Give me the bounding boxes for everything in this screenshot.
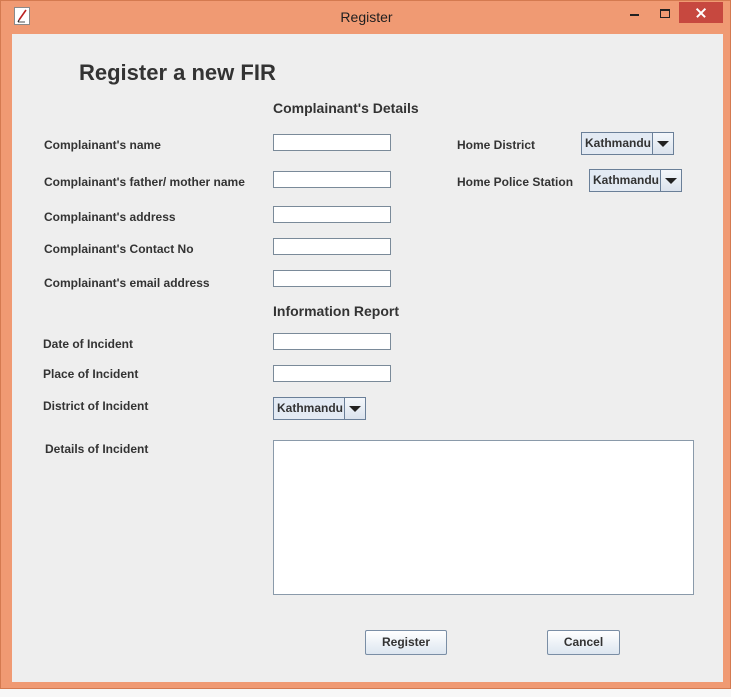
district-of-incident-label: District of Incident: [43, 399, 149, 413]
address-field[interactable]: [273, 206, 391, 223]
district-of-incident-select[interactable]: Kathmandu: [273, 397, 366, 420]
maximize-icon[interactable]: [651, 2, 677, 24]
report-section-title: Information Report: [273, 303, 399, 319]
complainant-section-title: Complainant's Details: [273, 100, 419, 116]
home-police-station-select[interactable]: Kathmandu: [589, 169, 682, 192]
place-of-incident-label: Place of Incident: [43, 367, 139, 381]
parent-name-field[interactable]: [273, 171, 391, 188]
minimize-icon[interactable]: [621, 2, 647, 24]
cancel-button[interactable]: Cancel: [547, 630, 620, 655]
close-icon[interactable]: [679, 2, 723, 23]
details-of-incident-textarea[interactable]: [273, 440, 694, 595]
date-of-incident-field[interactable]: [273, 333, 391, 350]
chevron-down-icon[interactable]: [652, 133, 673, 154]
contact-label: Complainant's Contact No: [44, 242, 194, 256]
home-district-label: Home District: [457, 138, 536, 152]
district-of-incident-value: Kathmandu: [277, 401, 343, 415]
email-field[interactable]: [273, 270, 391, 287]
details-of-incident-label: Details of Incident: [45, 442, 149, 456]
register-dialog: Register Register a new FIR Complainant'…: [0, 0, 731, 689]
chevron-down-icon[interactable]: [660, 170, 681, 191]
address-label: Complainant's address: [44, 210, 176, 224]
home-police-station-label: Home Police Station: [457, 175, 574, 189]
page-title: Register a new FIR: [79, 60, 276, 85]
register-button[interactable]: Register: [365, 630, 447, 655]
date-of-incident-label: Date of Incident: [43, 337, 134, 351]
complainant-name-label: Complainant's name: [44, 138, 161, 152]
form-panel: Register a new FIR Complainant's Details…: [12, 34, 723, 682]
parent-name-label: Complainant's father/ mother name: [44, 175, 245, 189]
background-window-bottom: [0, 688, 731, 697]
chevron-down-icon[interactable]: [344, 398, 365, 419]
place-of-incident-field[interactable]: [273, 365, 391, 382]
complainant-name-field[interactable]: [273, 134, 391, 151]
title-bar[interactable]: Register: [1, 1, 730, 33]
home-district-select[interactable]: Kathmandu: [581, 132, 674, 155]
email-label: Complainant's email address: [44, 276, 210, 290]
home-district-value: Kathmandu: [585, 136, 651, 150]
contact-field[interactable]: [273, 238, 391, 255]
home-police-station-value: Kathmandu: [593, 173, 659, 187]
